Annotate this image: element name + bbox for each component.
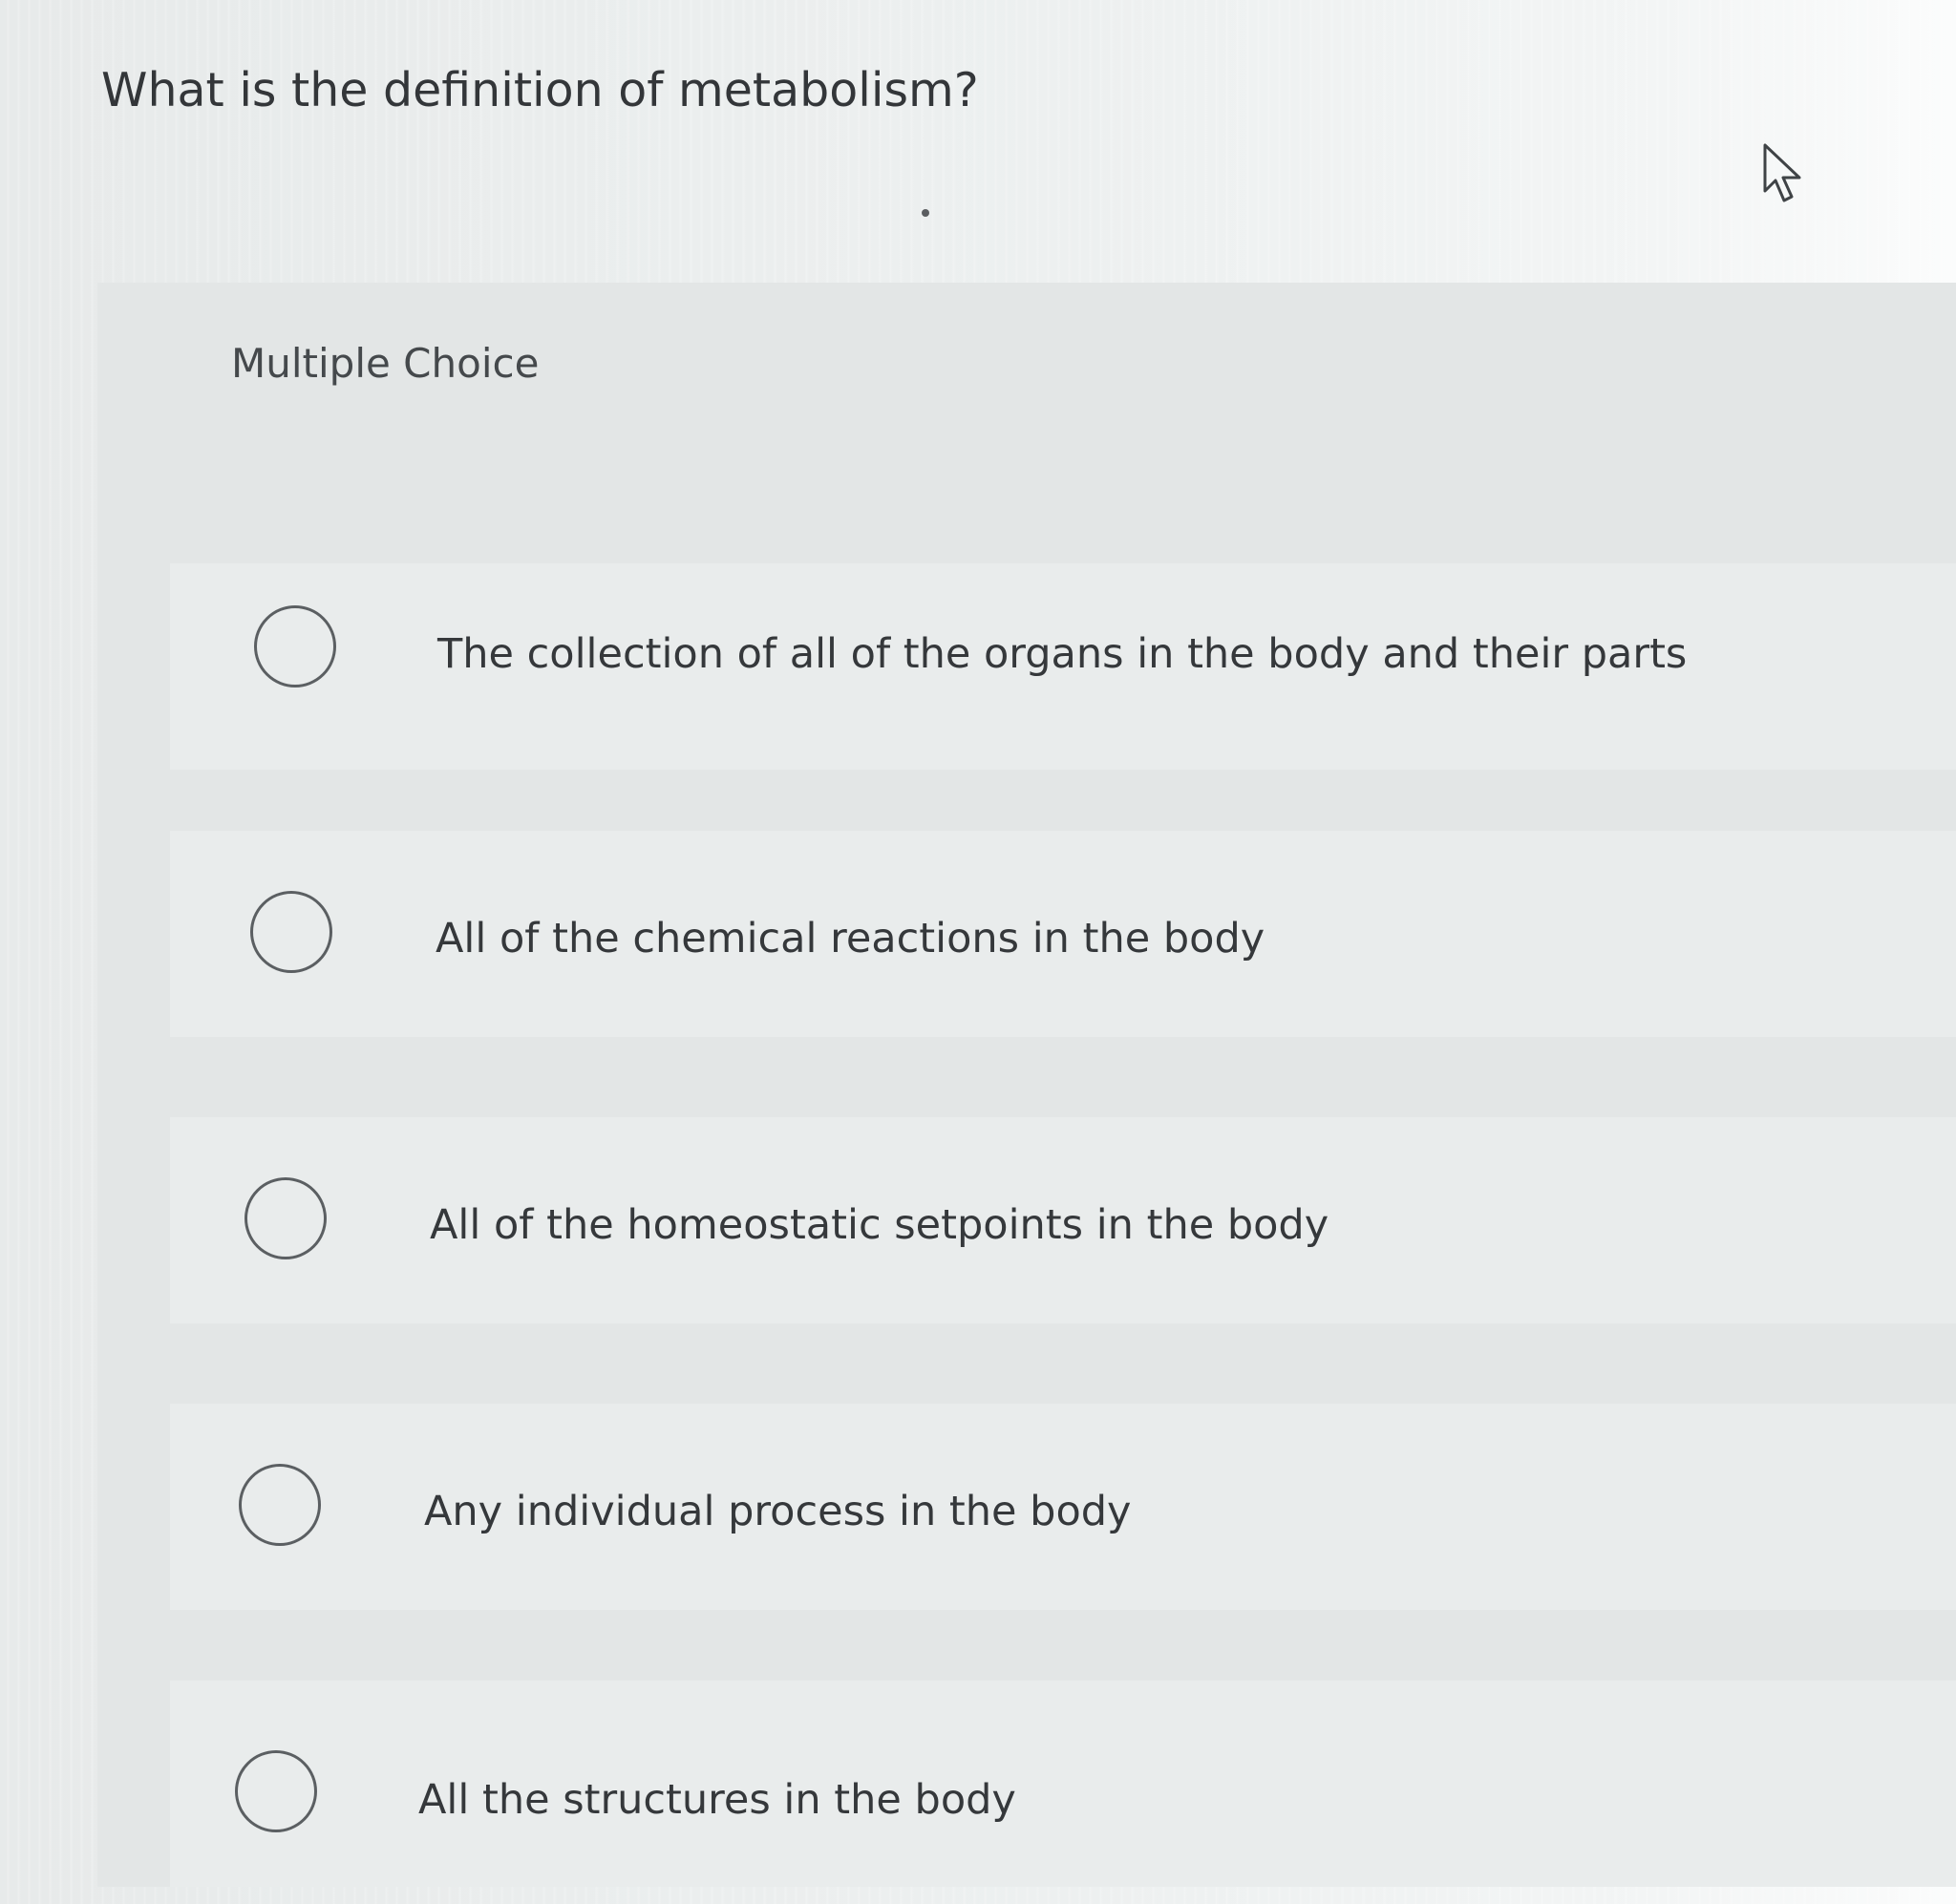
radio-button-2[interactable] (250, 891, 332, 973)
radio-button-1[interactable] (254, 605, 336, 688)
multiple-choice-panel (97, 283, 1956, 1887)
multiple-choice-label: Multiple Choice (231, 340, 540, 387)
radio-button-4[interactable] (239, 1464, 321, 1546)
answer-option-4-label[interactable]: Any individual process in the body (424, 1488, 1132, 1535)
dot-mark (922, 209, 929, 217)
answer-option-3-label[interactable]: All of the homeostatic setpoints in the … (430, 1201, 1329, 1249)
answer-option-2-label[interactable]: All of the chemical reactions in the bod… (436, 915, 1265, 963)
radio-button-3[interactable] (244, 1177, 327, 1259)
mouse-pointer-icon (1763, 143, 1801, 202)
radio-button-5[interactable] (235, 1750, 317, 1832)
question-text: What is the definition of metabolism? (101, 63, 979, 117)
answer-option-1-label[interactable]: The collection of all of the organs in t… (437, 630, 1687, 678)
answer-option-5-label[interactable]: All the structures in the body (418, 1776, 1016, 1824)
